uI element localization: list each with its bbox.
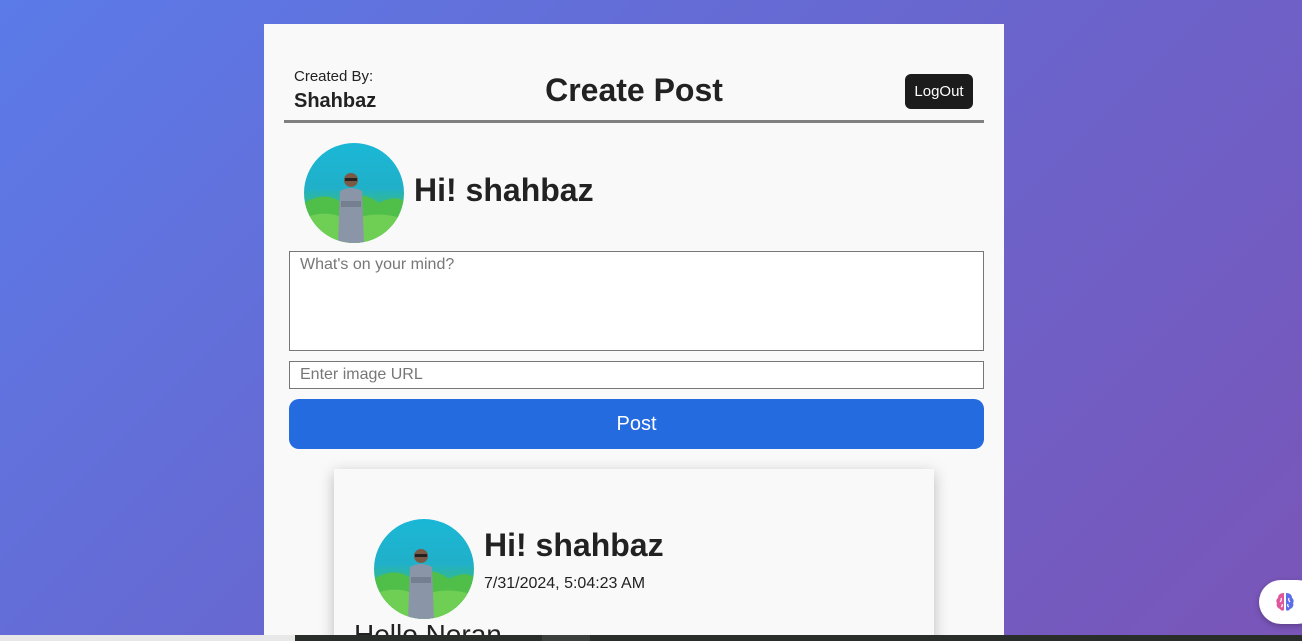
page-title: Create Post xyxy=(545,72,723,108)
post-card: Hi! shahbaz 7/31/2024, 5:04:23 AM Hello … xyxy=(334,469,934,635)
post-username: Hi! shahbaz xyxy=(484,527,664,563)
post-avatar xyxy=(374,519,474,619)
avatar xyxy=(304,143,404,243)
logout-button[interactable]: LogOut xyxy=(905,74,973,109)
post-body: Hello Noran xyxy=(354,619,502,635)
post-text-input[interactable] xyxy=(289,251,984,351)
taskbar xyxy=(0,635,1302,641)
assistant-button[interactable] xyxy=(1259,580,1302,624)
post-timestamp: 7/31/2024, 5:04:23 AM xyxy=(484,575,646,592)
greeting: Hi! shahbaz xyxy=(414,172,594,208)
create-post-card: Created By: Shahbaz Create Post LogOut H… xyxy=(264,24,1004,635)
taskbar-segment xyxy=(0,635,295,641)
image-url-input[interactable] xyxy=(289,361,984,389)
post-button[interactable]: Post xyxy=(289,399,984,449)
profile-photo-icon xyxy=(374,549,474,619)
brain-icon xyxy=(1276,593,1294,611)
header: Created By: Shahbaz Create Post LogOut xyxy=(284,64,984,123)
taskbar-segment xyxy=(542,635,590,641)
profile-photo-icon xyxy=(304,173,404,243)
